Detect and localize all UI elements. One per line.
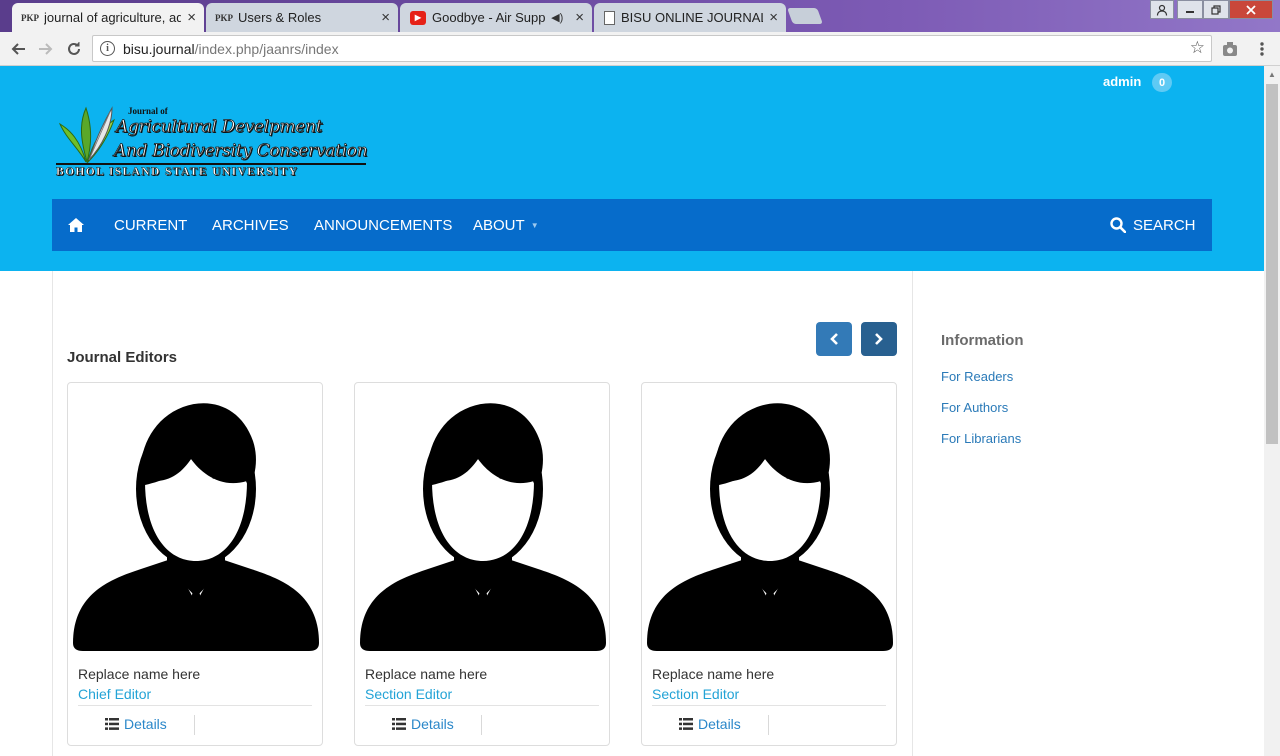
browser-tab-strip: PKP journal of agriculture, aq × PKP Use…: [0, 0, 1280, 32]
card-divider: [652, 705, 886, 706]
details-separator: [768, 715, 769, 735]
tab-title: Users & Roles: [238, 10, 322, 25]
list-icon: [679, 718, 693, 730]
details-button[interactable]: Details: [679, 716, 741, 732]
nav-about-label: ABOUT: [473, 216, 525, 234]
leaf-quill-logo-icon: [58, 106, 116, 164]
close-tab-icon[interactable]: ×: [187, 10, 196, 25]
new-tab-button[interactable]: [787, 8, 823, 24]
user-menu-admin[interactable]: admin: [1103, 74, 1141, 89]
chevron-right-icon: [875, 333, 883, 345]
details-label: Details: [411, 716, 454, 732]
editor-name: Replace name here: [652, 666, 775, 682]
editor-name: Replace name here: [78, 666, 201, 682]
logo-rule: [56, 163, 366, 165]
profile-icon[interactable]: [1150, 0, 1174, 19]
nav-about[interactable]: ABOUT ▼: [473, 199, 539, 251]
person-avatar-icon: [73, 403, 319, 651]
editor-card: Replace name here Section Editor Details: [641, 382, 897, 746]
person-avatar-icon: [360, 403, 606, 651]
home-icon[interactable]: [68, 199, 84, 251]
main-content: Journal Editors Replace name here Chief …: [52, 271, 913, 756]
nav-current[interactable]: CURRENT: [114, 199, 187, 251]
details-label: Details: [698, 716, 741, 732]
logo-small-text: Journal of: [128, 106, 168, 116]
logo-title-line2: And Biodiversity Conservation: [114, 141, 368, 162]
editor-role[interactable]: Section Editor: [652, 686, 739, 702]
pkp-favicon-icon: PKP: [21, 12, 39, 23]
sidebar: Information For Readers For Authors For …: [941, 332, 1241, 446]
url-path: /index.php/jaanrs/index: [194, 40, 339, 57]
reload-icon[interactable]: [61, 36, 87, 62]
browser-toolbar: i bisu.journal/index.php/jaanrs/index ☆: [0, 32, 1280, 66]
speaker-icon[interactable]: ◀): [551, 11, 563, 24]
section-title: Journal Editors: [67, 349, 178, 366]
bookmark-star-icon[interactable]: ☆: [1190, 38, 1205, 58]
close-tab-icon[interactable]: ×: [575, 10, 584, 25]
editor-role[interactable]: Chief Editor: [78, 686, 151, 702]
close-tab-icon[interactable]: ×: [381, 10, 390, 25]
details-label: Details: [124, 716, 167, 732]
nav-announcements[interactable]: ANNOUNCEMENTS: [314, 199, 452, 251]
chevron-left-icon: [830, 333, 838, 345]
caret-down-icon: ▼: [530, 220, 539, 230]
editor-card: Replace name here Chief Editor Details: [67, 382, 323, 746]
scrollbar-thumb[interactable]: [1266, 84, 1278, 444]
list-icon: [105, 718, 119, 730]
browser-menu-icon[interactable]: [1254, 40, 1270, 58]
carousel-next-button[interactable]: [861, 322, 897, 356]
details-button[interactable]: Details: [392, 716, 454, 732]
card-divider: [365, 705, 599, 706]
back-arrow-icon[interactable]: [5, 36, 31, 62]
logo-title-line1: Agricultural Develpment: [116, 117, 323, 138]
site-header: admin 0 Journal of Agricultural Develpme…: [0, 66, 1264, 271]
editor-role[interactable]: Section Editor: [365, 686, 452, 702]
details-separator: [481, 715, 482, 735]
main-navigation: CURRENT ARCHIVES ANNOUNCEMENTS ABOUT ▼ SE…: [52, 199, 1212, 251]
details-separator: [194, 715, 195, 735]
browser-tab-journal[interactable]: PKP journal of agriculture, aq ×: [12, 3, 204, 32]
pkp-favicon-icon: PKP: [215, 12, 233, 23]
search-icon: [1110, 217, 1126, 233]
browser-tab-users-roles[interactable]: PKP Users & Roles ×: [206, 3, 398, 32]
url-host: bisu.journal: [123, 40, 195, 57]
youtube-icon: ▶: [410, 10, 426, 25]
person-avatar-icon: [647, 403, 893, 651]
browser-tab-youtube[interactable]: ▶ Goodbye - Air Supply ◀) ×: [400, 3, 592, 32]
journal-logo[interactable]: Journal of Agricultural Develpment And B…: [56, 104, 368, 182]
document-icon: [604, 10, 615, 25]
restore-window-icon[interactable]: [1203, 0, 1229, 19]
search-label: SEARCH: [1133, 216, 1196, 234]
logo-university: BOHOL ISLAND STATE UNIVERSITY: [56, 166, 299, 178]
list-icon: [392, 718, 406, 730]
page-viewport: admin 0 Journal of Agricultural Develpme…: [0, 66, 1264, 756]
tab-title: journal of agriculture, aq: [44, 10, 182, 25]
info-icon[interactable]: i: [100, 41, 115, 56]
browser-tab-bisu[interactable]: BISU ONLINE JOURNAL ×: [594, 3, 786, 32]
page-scrollbar[interactable]: ▲: [1264, 66, 1280, 756]
editor-card: Replace name here Section Editor Details: [354, 382, 610, 746]
tab-title: Goodbye - Air Supply: [432, 10, 546, 25]
card-divider: [78, 705, 312, 706]
search-button[interactable]: SEARCH: [1110, 199, 1196, 251]
minimize-window-icon[interactable]: [1177, 0, 1203, 19]
extension-icon[interactable]: [1222, 40, 1238, 58]
sidebar-title: Information: [941, 332, 1024, 349]
nav-archives[interactable]: ARCHIVES: [212, 199, 289, 251]
sidebar-link-readers[interactable]: For Readers: [941, 369, 1013, 384]
close-tab-icon[interactable]: ×: [769, 10, 778, 25]
close-window-icon[interactable]: [1229, 0, 1273, 19]
details-button[interactable]: Details: [105, 716, 167, 732]
scroll-up-icon[interactable]: ▲: [1268, 70, 1276, 79]
editor-name: Replace name here: [365, 666, 488, 682]
sidebar-link-authors[interactable]: For Authors: [941, 400, 1008, 415]
sidebar-link-librarians[interactable]: For Librarians: [941, 431, 1021, 446]
notification-badge[interactable]: 0: [1152, 73, 1172, 92]
carousel-prev-button[interactable]: [816, 322, 852, 356]
address-bar[interactable]: i bisu.journal/index.php/jaanrs/index ☆: [92, 35, 1212, 62]
tab-title: BISU ONLINE JOURNAL: [621, 10, 764, 25]
forward-arrow-icon[interactable]: [33, 36, 59, 62]
